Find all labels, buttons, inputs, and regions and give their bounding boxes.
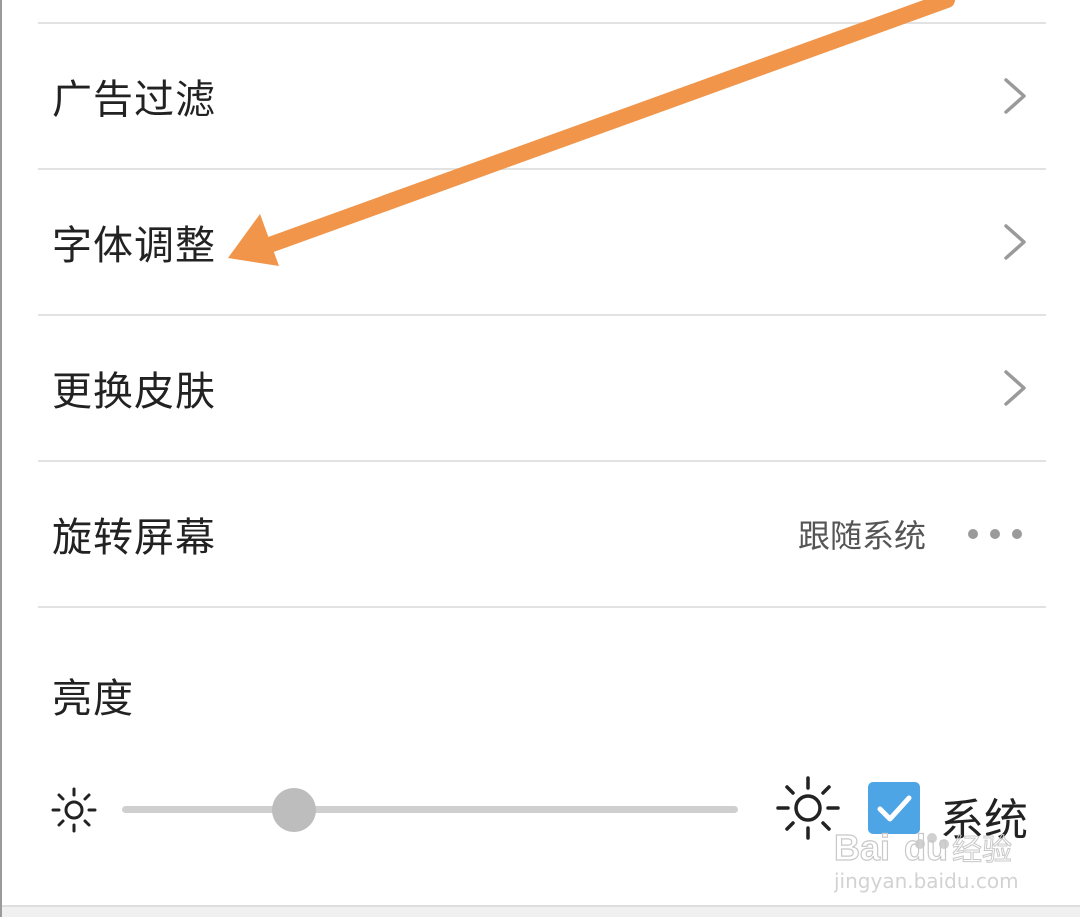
divider xyxy=(38,606,1046,608)
settings-row-label: 更换皮肤 xyxy=(52,369,216,415)
settings-row-font-size[interactable]: 字体调整 xyxy=(38,170,1046,314)
settings-row-label: 字体调整 xyxy=(52,223,216,269)
follow-system-label: 系统 xyxy=(940,795,1028,846)
svg-text:jingyan.baidu.com: jingyan.baidu.com xyxy=(834,869,1019,893)
sun-large-icon xyxy=(776,776,840,840)
settings-row-ad-filter[interactable]: 广告过滤 xyxy=(38,24,1046,168)
settings-row-change-skin[interactable]: 更换皮肤 xyxy=(38,316,1046,460)
brightness-slider-track[interactable] xyxy=(122,787,738,832)
follow-system-checkbox[interactable] xyxy=(868,782,920,834)
chevron-right-icon xyxy=(1004,370,1026,406)
brightness-control: 系统 xyxy=(46,770,1046,850)
more-horizontal-icon[interactable] xyxy=(966,527,1024,541)
brightness-slider-knob[interactable] xyxy=(272,787,317,832)
settings-page: 广告过滤 字体调整 更换皮肤 旋转屏幕 跟随系统 亮度 系统 Bai du 经验… xyxy=(0,0,1080,917)
bottom-divider-bar xyxy=(2,905,1080,917)
checkbox-checked-icon xyxy=(877,795,912,822)
sun-small-icon xyxy=(51,787,97,833)
settings-row-label: 旋转屏幕 xyxy=(52,515,216,561)
brightness-title: 亮度 xyxy=(52,676,134,722)
settings-row-label: 广告过滤 xyxy=(52,77,216,123)
chevron-right-icon xyxy=(1004,224,1026,260)
rotate-screen-value: 跟随系统 xyxy=(797,517,926,555)
settings-row-rotate-screen[interactable]: 旋转屏幕 跟随系统 xyxy=(38,462,1046,606)
chevron-right-icon xyxy=(1004,78,1026,114)
